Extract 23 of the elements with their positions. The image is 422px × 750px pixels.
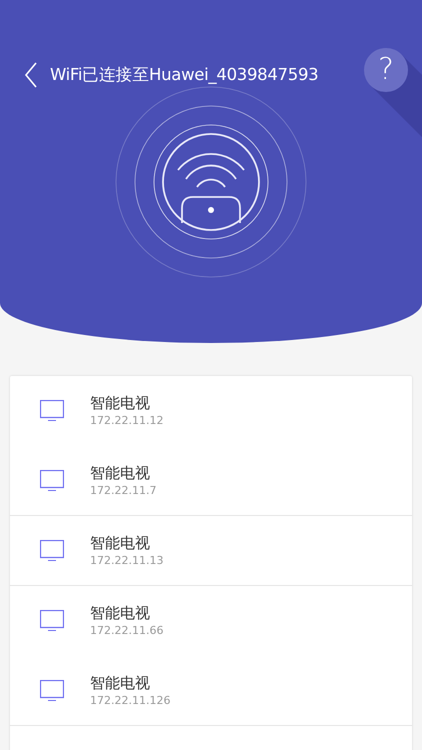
device-row[interactable]: 智能电视 172.22.11.66 (10, 586, 412, 656)
monitor-icon (40, 400, 64, 421)
device-name: 智能电视 (90, 674, 151, 693)
monitor-icon (40, 680, 64, 701)
device-ip: 172.22.11.12 (90, 414, 164, 427)
monitor-icon (40, 470, 64, 491)
device-ip: 172.22.11.7 (90, 484, 156, 497)
help-button[interactable]: ? (364, 48, 408, 92)
device-name: 智能电视 (90, 394, 151, 413)
device-ip: 172.22.11.13 (90, 554, 164, 567)
monitor-icon (40, 540, 64, 561)
device-ip: 172.22.11.126 (90, 694, 170, 707)
device-name: 智能电视 (90, 534, 151, 553)
device-name: 智能电视 (90, 604, 151, 623)
device-name: 智能电视 (90, 464, 151, 483)
device-row[interactable]: 智能电视 172.22.11.7 (10, 446, 412, 516)
device-row[interactable]: 智能电视 172.22.11.126 (10, 656, 412, 726)
device-row[interactable]: 智能电视 172.22.11.12 (10, 376, 412, 446)
device-row[interactable]: 智能电视 172.22.11.13 (10, 516, 412, 586)
header-title: WiFi已连接至Huawei_4039847593 (50, 64, 318, 86)
monitor-icon (40, 610, 64, 631)
back-icon[interactable] (24, 62, 38, 88)
device-ip: 172.22.11.66 (90, 624, 164, 637)
